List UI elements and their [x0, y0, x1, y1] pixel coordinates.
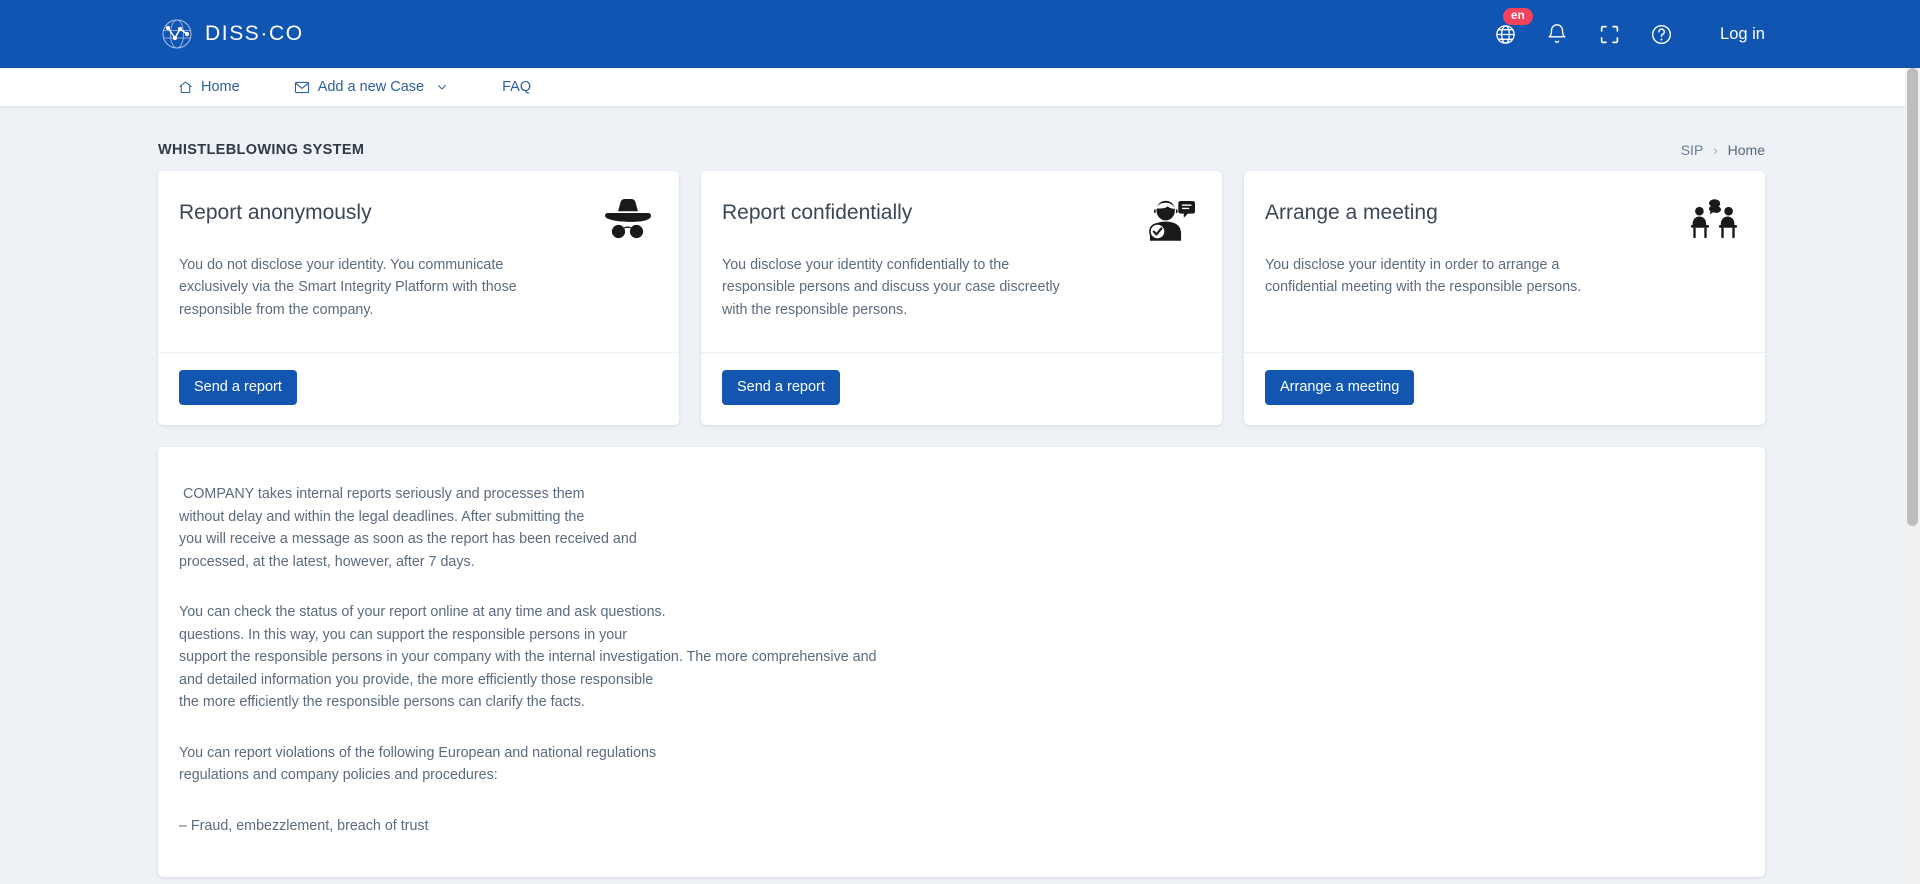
home-icon: [178, 80, 193, 95]
arrange-a-meeting-button[interactable]: Arrange a meeting: [1265, 369, 1415, 405]
two-people-meeting-icon: [1683, 198, 1739, 246]
card-title: Arrange a meeting: [1265, 201, 1438, 224]
breadcrumb-current: Home: [1727, 142, 1765, 158]
card-report-anonymously: Report anonymously You do not disclose y…: [158, 171, 679, 425]
card-report-confidentially: Report confidentially You disclose your …: [701, 171, 1222, 425]
nav-item-faq-label: FAQ: [502, 79, 532, 95]
page-scrollbar-track[interactable]: [1905, 68, 1920, 884]
card-header: Report confidentially: [722, 198, 1196, 246]
person-speech-bubble-verified-icon: [1140, 198, 1196, 246]
card-arrange-a-meeting: Arrange a meeting You disclose your iden…: [1244, 171, 1765, 425]
incognito-hat-glasses-icon: [597, 198, 653, 246]
chevron-down-icon: [436, 81, 448, 93]
bell-notification-icon[interactable]: [1544, 21, 1570, 47]
main-navigation-bar: Home Add a new Case FAQ: [0, 68, 1920, 106]
content-paragraph-3: You can report violations of the followi…: [179, 744, 657, 784]
brand-logo[interactable]: DISS·CO: [160, 17, 304, 51]
nav-item-home[interactable]: Home: [178, 79, 240, 95]
information-content-panel: COMPANY takes internal reports seriously…: [158, 447, 1765, 878]
breadcrumb-separator: ›: [1713, 142, 1718, 158]
content-paragraph-2: You can check the status of your report …: [179, 604, 877, 711]
card-footer: Arrange a meeting: [1244, 351, 1765, 426]
card-header: Arrange a meeting: [1265, 198, 1739, 246]
card-title: Report confidentially: [722, 201, 913, 224]
header-actions: en Log in: [1492, 8, 1920, 47]
page-container: WHISTLEBLOWING SYSTEM SIP › Home Report …: [0, 106, 1920, 878]
card-body: Report confidentially You disclose your …: [701, 171, 1222, 352]
network-globe-logo-icon: [160, 17, 194, 51]
card-body: Report anonymously You do not disclose y…: [158, 171, 679, 352]
envelope-icon: [294, 80, 310, 95]
card-body: Arrange a meeting You disclose your iden…: [1244, 171, 1765, 352]
nav-item-add-a-new-case[interactable]: Add a new Case: [294, 79, 448, 95]
card-description: You disclose your identity in order to a…: [1265, 257, 1582, 296]
nav-item-home-label: Home: [201, 79, 240, 95]
breadcrumb-root[interactable]: SIP: [1681, 142, 1704, 158]
violations-list: – Fraud, embezzlement, breach of trust: [179, 815, 1735, 838]
card-footer: Send a report: [701, 351, 1222, 426]
card-description: You disclose your identity confidentiall…: [722, 257, 1060, 318]
nav-item-faq[interactable]: FAQ: [502, 79, 531, 95]
top-header-bar: DISS·CO en Log in: [0, 0, 1920, 68]
send-a-report-button[interactable]: Send a report: [722, 369, 840, 405]
list-item: – Fraud, embezzlement, breach of trust: [179, 817, 429, 834]
action-cards-row: Report anonymously You do not disclose y…: [158, 171, 1765, 425]
page-scrollbar-thumb[interactable]: [1907, 68, 1918, 526]
brand-name: DISS·CO: [205, 22, 304, 45]
language-switcher[interactable]: en: [1492, 8, 1533, 47]
card-footer: Send a report: [158, 351, 679, 426]
send-a-report-button[interactable]: Send a report: [179, 369, 297, 405]
card-title: Report anonymously: [179, 201, 372, 224]
language-badge: en: [1503, 8, 1533, 25]
login-button[interactable]: Log in: [1720, 25, 1765, 44]
page-title: WHISTLEBLOWING SYSTEM: [158, 142, 365, 158]
card-description: You do not disclose your identity. You c…: [179, 257, 517, 318]
card-header: Report anonymously: [179, 198, 653, 246]
content-paragraph-1: COMPANY takes internal reports seriously…: [179, 486, 637, 570]
fullscreen-expand-icon[interactable]: [1596, 21, 1622, 47]
breadcrumb: SIP › Home: [1681, 142, 1765, 158]
page-header-row: WHISTLEBLOWING SYSTEM SIP › Home: [158, 106, 1765, 171]
help-circle-icon[interactable]: [1648, 21, 1674, 47]
nav-item-add-a-new-case-label: Add a new Case: [317, 79, 425, 95]
